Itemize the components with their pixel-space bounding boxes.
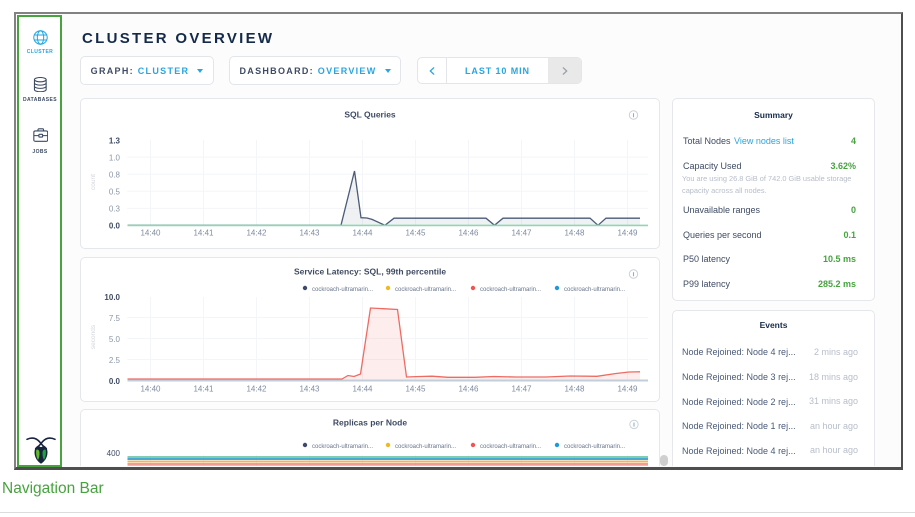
- svg-text:14:44: 14:44: [352, 229, 373, 238]
- svg-text:0.5: 0.5: [109, 188, 121, 197]
- svg-text:count: count: [90, 174, 97, 190]
- svg-text:cockroach-ultramarin...: cockroach-ultramarin...: [480, 444, 541, 450]
- svg-text:cockroach-ultramarin...: cockroach-ultramarin...: [564, 287, 625, 293]
- svg-text:14:42: 14:42: [246, 385, 267, 394]
- svg-text:1.3: 1.3: [109, 136, 121, 145]
- svg-text:14:41: 14:41: [193, 385, 214, 394]
- svg-text:14:44: 14:44: [352, 385, 373, 394]
- svg-text:cockroach-ultramarin...: cockroach-ultramarin...: [395, 444, 456, 450]
- svg-text:14:46: 14:46: [458, 385, 479, 394]
- svg-text:14:48: 14:48: [564, 385, 585, 394]
- svg-text:0.0: 0.0: [109, 222, 121, 231]
- svg-text:7.5: 7.5: [109, 314, 121, 323]
- svg-text:14:42: 14:42: [246, 229, 267, 238]
- svg-text:400: 400: [107, 449, 121, 458]
- svg-text:14:46: 14:46: [458, 229, 479, 238]
- svg-text:14:45: 14:45: [405, 385, 426, 394]
- svg-text:cockroach-ultramarin...: cockroach-ultramarin...: [564, 444, 625, 450]
- svg-text:14:45: 14:45: [405, 229, 426, 238]
- svg-text:cockroach-ultramarin...: cockroach-ultramarin...: [395, 287, 456, 293]
- svg-text:0.0: 0.0: [109, 377, 121, 386]
- svg-text:cockroach-ultramarin...: cockroach-ultramarin...: [480, 287, 541, 293]
- svg-text:Replicas per Node: Replicas per Node: [333, 418, 407, 428]
- svg-text:14:40: 14:40: [140, 229, 161, 238]
- svg-text:14:48: 14:48: [564, 229, 585, 238]
- svg-text:14:43: 14:43: [299, 229, 320, 238]
- svg-text:5.0: 5.0: [109, 335, 121, 344]
- svg-text:14:49: 14:49: [617, 229, 638, 238]
- svg-text:0.3: 0.3: [109, 205, 121, 214]
- svg-text:10.0: 10.0: [104, 293, 120, 302]
- svg-text:14:41: 14:41: [193, 229, 214, 238]
- svg-text:Service Latency: SQL, 99th per: Service Latency: SQL, 99th percentile: [294, 267, 446, 277]
- svg-text:cockroach-ultramarin...: cockroach-ultramarin...: [312, 287, 373, 293]
- svg-text:14:47: 14:47: [511, 229, 532, 238]
- svg-text:cockroach-ultramarin...: cockroach-ultramarin...: [312, 444, 373, 450]
- svg-text:14:43: 14:43: [299, 385, 320, 394]
- svg-text:14:40: 14:40: [140, 385, 161, 394]
- svg-text:2.5: 2.5: [109, 356, 121, 365]
- svg-text:seconds: seconds: [90, 324, 97, 349]
- svg-text:1.0: 1.0: [109, 153, 121, 162]
- svg-text:0.8: 0.8: [109, 171, 121, 180]
- svg-text:SQL Queries: SQL Queries: [344, 110, 396, 120]
- svg-text:14:47: 14:47: [511, 385, 532, 394]
- svg-text:14:49: 14:49: [617, 385, 638, 394]
